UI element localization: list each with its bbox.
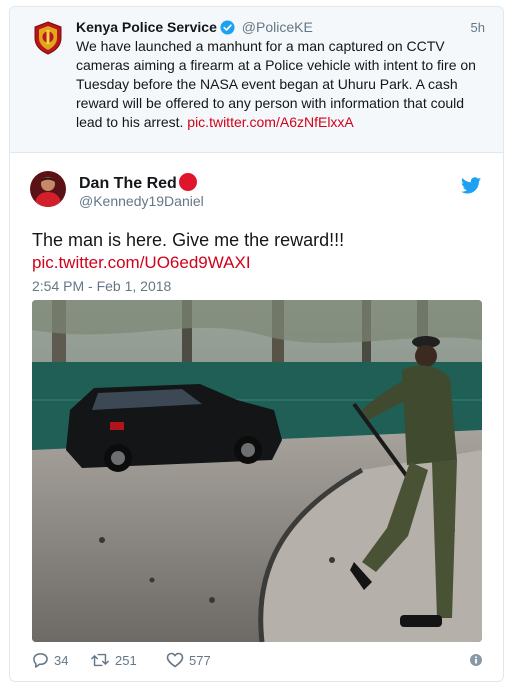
embedded-tweet-card: Kenya Police Service @PoliceKE 5h We hav… <box>9 6 504 682</box>
avatar[interactable] <box>30 171 66 207</box>
heart-icon <box>166 652 184 668</box>
twitter-bird-icon[interactable] <box>461 177 481 199</box>
author-name[interactable]: Dan The Red <box>79 175 177 192</box>
police-crest-icon[interactable] <box>33 21 63 55</box>
reply-icon <box>32 652 49 668</box>
tweet-photo[interactable] <box>32 300 482 642</box>
retweet-icon <box>90 652 110 668</box>
tweet-timestamp[interactable]: 2:54 PM - Feb 1, 2018 <box>32 278 171 294</box>
quoted-author-handle[interactable]: @PoliceKE <box>242 19 313 35</box>
retweet-count: 251 <box>115 652 137 668</box>
retweet-button[interactable]: 251 <box>90 652 137 668</box>
like-button[interactable]: 577 <box>166 652 211 668</box>
quoted-tweet[interactable]: Kenya Police Service @PoliceKE 5h We hav… <box>10 7 503 153</box>
like-count: 577 <box>189 652 211 668</box>
quoted-author-name[interactable]: Kenya Police Service <box>76 19 217 35</box>
reply-count: 34 <box>54 652 69 668</box>
tweet-link[interactable]: pic.twitter.com/UO6ed9WAXI <box>32 252 482 274</box>
quoted-tweet-time[interactable]: 5h <box>471 20 485 35</box>
tweet-text: The man is here. Give me the reward!!! p… <box>32 229 482 274</box>
verified-badge-icon <box>220 20 235 38</box>
tweet-body: The man is here. Give me the reward!!! <box>32 230 345 250</box>
quoted-tweet-text: We have launched a manhunt for a man cap… <box>76 37 486 132</box>
reply-button[interactable]: 34 <box>32 652 68 668</box>
author-handle[interactable]: @Kennedy19Daniel <box>79 193 204 209</box>
red-circle-icon <box>178 173 197 191</box>
quoted-tweet-link[interactable]: pic.twitter.com/A6zNfElxxA <box>187 114 354 130</box>
tweet-actions: 34 251 577 <box>32 652 482 672</box>
info-icon[interactable] <box>470 654 482 669</box>
